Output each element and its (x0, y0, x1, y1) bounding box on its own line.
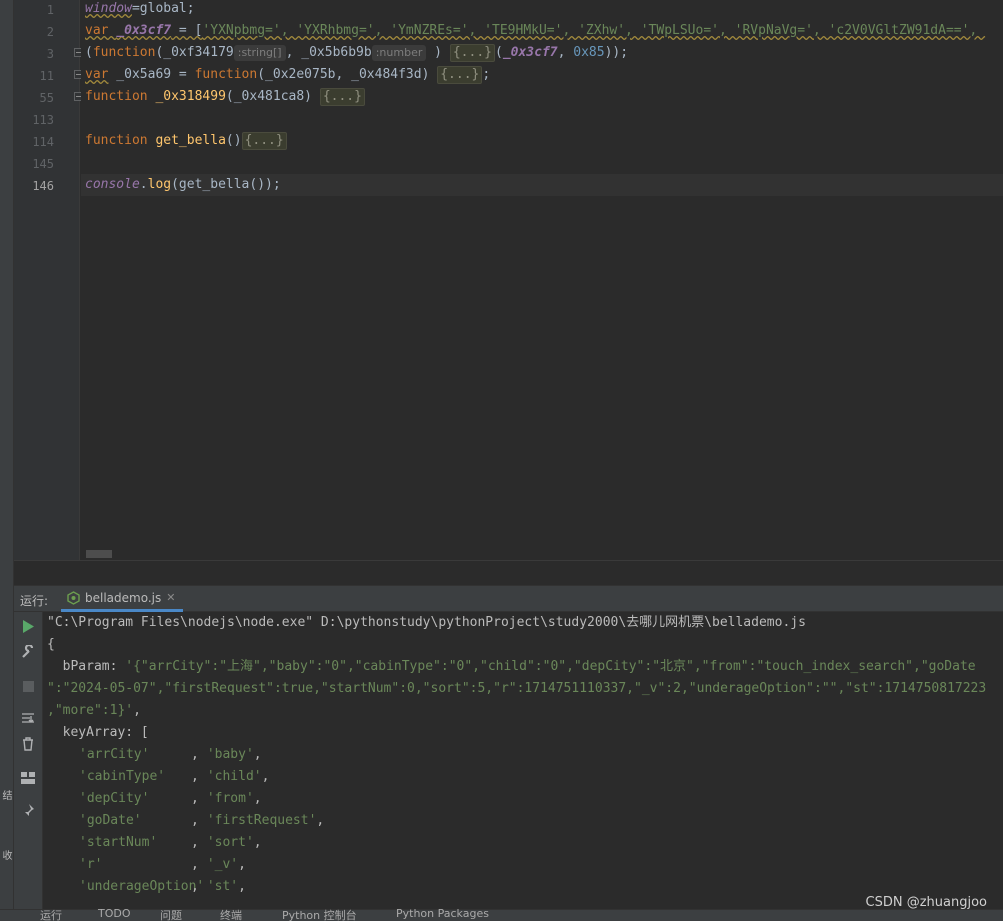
code-line-2: var _0x3cf7 = ['YXNpbmg=', 'YXRhbmg=', '… (85, 23, 986, 38)
folded-code-block[interactable]: {...} (319, 88, 365, 106)
code-line-1: window=global; (85, 1, 195, 16)
console-line: { (47, 637, 55, 652)
run-panel-title: 运行: (20, 594, 49, 608)
layout-icon[interactable] (20, 770, 36, 786)
tool-tab-terminal[interactable]: 终端 (220, 907, 242, 921)
favorites-tool-label[interactable]: 收藏夹 (0, 850, 13, 860)
console-array-row: 'startNum','sort', (79, 835, 262, 850)
console-line: ,"more":1}', (47, 703, 141, 718)
line-gutter (14, 0, 80, 560)
code-line-146: console.log(get_bella()); (85, 177, 281, 192)
line-number: 113 (32, 113, 54, 127)
folded-code-block[interactable]: {...} (241, 132, 287, 150)
play-icon[interactable] (20, 618, 36, 634)
left-tool-strip (0, 0, 14, 921)
console-array-row: 'r', '_v', (79, 857, 246, 872)
tool-tab-problems[interactable]: 问题 (160, 907, 182, 921)
console-array-row: 'arrCity','baby', (79, 747, 262, 762)
console-line: keyArray: [ (47, 725, 149, 740)
console-output[interactable]: "C:\Program Files\nodejs\node.exe" D:\py… (43, 612, 1003, 909)
folded-code-block[interactable]: {...} (437, 66, 483, 84)
trash-icon[interactable] (20, 736, 36, 752)
nodejs-icon (67, 590, 80, 605)
console-line: bParam: '{"arrCity":"上海","baby":"0","cab… (47, 659, 976, 674)
editor-footer (14, 560, 1003, 585)
tool-tab-python-packages[interactable]: Python Packages (396, 907, 489, 920)
folded-code-block[interactable]: {...} (449, 44, 495, 62)
run-tab-label: bellademo.js (85, 590, 162, 605)
structure-tool-label[interactable]: 结构 (0, 790, 13, 800)
tool-tab-todo[interactable]: TODO (98, 907, 131, 920)
horizontal-scrollbar[interactable] (86, 550, 112, 558)
code-line-11: var _0x5a69 = function(_0x2e075b, _0x484… (85, 66, 491, 84)
wrench-icon[interactable] (20, 644, 36, 660)
tool-tab-run[interactable]: 运行 (40, 907, 62, 921)
bottom-tool-bar: 运行 TODO 问题 终端 Python 控制台 Python Packages (0, 907, 1003, 921)
line-number: 3 (46, 47, 54, 61)
code-line-3: (function(_0xf34179:string[], _0x5b6b9b:… (85, 44, 629, 62)
line-number: 2 (46, 25, 54, 39)
type-hint: :string[] (233, 45, 286, 61)
run-tab-bellademo[interactable]: bellademo.js ✕ (61, 586, 184, 612)
run-panel-header: 运行: bellademo.js ✕ (14, 585, 1003, 612)
code-line-114: function get_bella() {...} (85, 130, 287, 152)
line-number: 55 (39, 91, 54, 105)
console-line: ":"2024-05-07","firstRequest":true,"star… (47, 681, 987, 696)
stop-icon[interactable] (20, 678, 36, 694)
close-icon[interactable]: ✕ (166, 591, 175, 604)
code-line-55: function _0x318499(_0x481ca8) {...} (85, 86, 365, 108)
console-array-row: 'goDate','firstRequest', (79, 813, 325, 828)
console-array-row: 'underageOption','st', (79, 879, 246, 894)
line-number: 1 (46, 3, 54, 17)
console-array-row: 'cabinType','child', (79, 769, 270, 784)
line-number: 114 (32, 135, 54, 149)
line-number: 146 (32, 179, 54, 193)
type-hint: :number (371, 45, 427, 61)
pin-icon[interactable] (20, 802, 36, 818)
scroll-end-icon[interactable] (20, 710, 36, 726)
run-toolbar (14, 612, 43, 909)
line-number: 145 (32, 157, 54, 171)
tool-tab-python-console[interactable]: Python 控制台 (282, 907, 357, 921)
console-array-row: 'depCity','from', (79, 791, 262, 806)
line-number: 11 (39, 69, 54, 83)
console-command-line: "C:\Program Files\nodejs\node.exe" D:\py… (47, 615, 806, 630)
watermark: CSDN @zhuangjoo (865, 895, 987, 910)
